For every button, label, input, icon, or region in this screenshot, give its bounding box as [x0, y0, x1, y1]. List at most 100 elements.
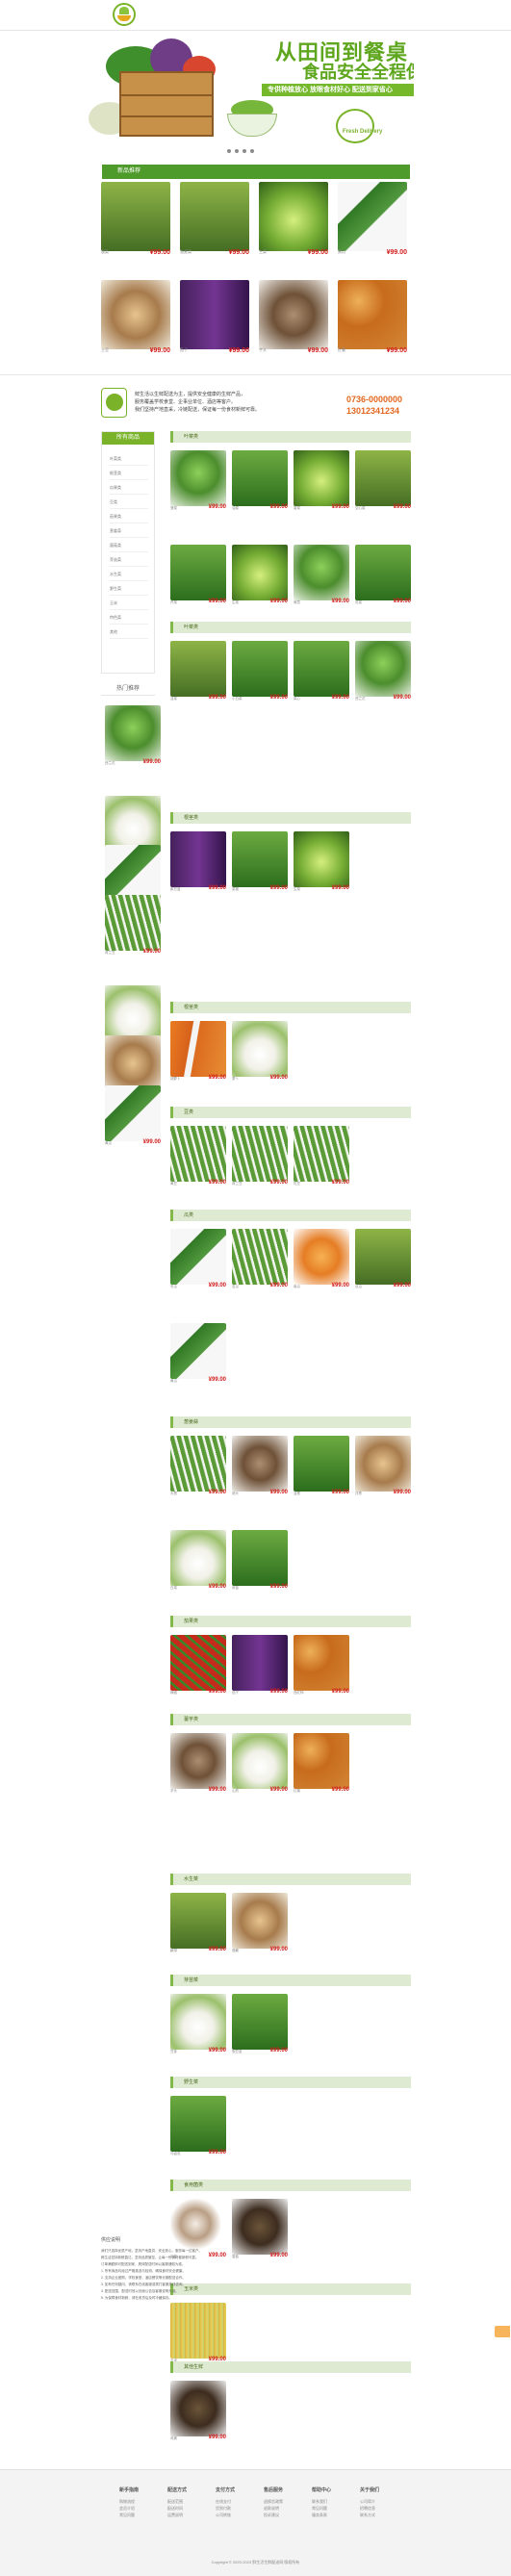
category-product-card[interactable]: 山药 ¥99.00	[232, 1733, 288, 1798]
product-image[interactable]	[294, 1733, 349, 1789]
product-image[interactable]	[294, 1126, 349, 1182]
product-image[interactable]	[170, 1021, 226, 1077]
product-card[interactable]: 菠菜 ¥99.00	[101, 182, 170, 257]
category-product-card[interactable]: 鸡蛋 ¥99.00	[170, 2381, 226, 2446]
category-product-card[interactable]: 蒜头 ¥99.00	[232, 1436, 288, 1501]
sidebar-item[interactable]: 根茎类	[110, 466, 148, 480]
category-product-card[interactable]: 豇豆 ¥99.00	[294, 1126, 349, 1191]
product-image[interactable]	[355, 450, 411, 506]
product-image[interactable]	[170, 1229, 226, 1285]
category-product-card[interactable]: 小白菜 ¥99.00	[232, 641, 288, 706]
product-card[interactable]: 油麦菜 ¥99.00	[180, 182, 249, 257]
category-product-card[interactable]: 生菜 ¥99.00	[232, 545, 288, 610]
category-product-card[interactable]: 生菜 ¥99.00	[294, 831, 349, 897]
product-image[interactable]	[170, 1323, 226, 1379]
product-image[interactable]	[170, 2096, 226, 2152]
product-image[interactable]	[259, 182, 328, 251]
product-card[interactable]: 芋头 ¥99.00	[259, 280, 328, 355]
category-product-card[interactable]: 丝瓜 ¥99.00	[355, 1229, 411, 1294]
product-image[interactable]	[170, 1530, 226, 1586]
product-image[interactable]	[105, 705, 161, 761]
product-image[interactable]	[294, 1229, 349, 1285]
product-image[interactable]	[294, 831, 349, 887]
product-image[interactable]	[170, 450, 226, 506]
sidebar-item[interactable]: 葱姜蒜	[110, 523, 148, 538]
product-image[interactable]	[101, 182, 170, 251]
sidebar-item[interactable]: 芽苗菜	[110, 552, 148, 567]
category-product-card[interactable]: 玉米 ¥99.00	[170, 2303, 226, 2368]
product-image[interactable]	[294, 450, 349, 506]
category-product-card[interactable]: 萝卜 ¥99.00	[232, 1021, 288, 1086]
sidebar-item[interactable]: 叶菜类	[110, 451, 148, 466]
category-product-card[interactable]: 藕带 ¥99.00	[170, 1893, 226, 1958]
product-image[interactable]	[338, 182, 407, 251]
category-product-card[interactable]: 蒜苗 ¥99.00	[232, 1530, 288, 1595]
category-product-card[interactable]: 芋头 ¥99.00	[170, 1733, 226, 1798]
sidebar-item[interactable]: 野生菜	[110, 581, 148, 596]
sidebar-item[interactable]: 特色菜	[110, 610, 148, 625]
product-image[interactable]	[232, 450, 288, 506]
carousel-dot[interactable]	[235, 149, 239, 153]
product-image[interactable]	[232, 1229, 288, 1285]
category-product-card[interactable]: 黄豆 ¥99.00	[170, 1126, 226, 1191]
product-image[interactable]	[170, 1994, 226, 2050]
sidebar-item[interactable]: 菌菇类	[110, 538, 148, 552]
category-product-card[interactable]: 荷兰豆 ¥99.00	[232, 1126, 288, 1191]
category-product-card[interactable]: 芹菜 ¥99.00	[170, 545, 226, 610]
category-product-card[interactable]: 茼蒿 ¥99.00	[294, 545, 349, 610]
carousel-dot[interactable]	[250, 149, 254, 153]
product-image[interactable]	[232, 1530, 288, 1586]
product-card[interactable]: 茄子 ¥99.00	[180, 280, 249, 355]
sidebar-item[interactable]: 玉米	[110, 596, 148, 610]
category-product-card[interactable]: 冬瓜 ¥99.00	[170, 1229, 226, 1294]
category-product-card[interactable]: 菜心 ¥99.00	[294, 641, 349, 706]
product-image[interactable]	[105, 1035, 161, 1091]
sidebar-item[interactable]: 瓜果类	[110, 480, 148, 495]
category-product-card[interactable]: 黄瓜 ¥99.00	[170, 1323, 226, 1389]
product-image[interactable]	[355, 641, 411, 697]
category-product-card[interactable]: 南瓜 ¥99.00	[294, 1229, 349, 1294]
product-image[interactable]	[170, 2303, 226, 2359]
product-image[interactable]	[101, 280, 170, 349]
category-product-card[interactable]: 西兰花 ¥99.00	[355, 641, 411, 706]
side-contact-tab[interactable]	[495, 2326, 510, 2337]
product-image[interactable]	[232, 1893, 288, 1949]
product-image[interactable]	[232, 1436, 288, 1492]
product-image[interactable]	[105, 845, 161, 901]
category-product-card[interactable]: 白菜 ¥99.00	[170, 1530, 226, 1595]
category-product-card[interactable]: 茄子 ¥99.00	[232, 1635, 288, 1700]
category-product-card[interactable]: 大葱 ¥99.00	[170, 1436, 226, 1501]
category-product-card[interactable]: 马齿苋 ¥99.00	[170, 2096, 226, 2161]
product-card[interactable]: 黄瓜 ¥99.00	[338, 182, 407, 257]
hot-product-card[interactable]: 黄瓜 ¥99.00	[105, 1085, 161, 1151]
product-image[interactable]	[294, 1436, 349, 1492]
product-image[interactable]	[294, 641, 349, 697]
product-image[interactable]	[355, 1436, 411, 1492]
category-product-card[interactable]: 洋葱 ¥99.00	[355, 1436, 411, 1501]
product-image[interactable]	[170, 1436, 226, 1492]
product-image[interactable]	[170, 1635, 226, 1691]
product-image[interactable]	[170, 1733, 226, 1789]
product-image[interactable]	[232, 1733, 288, 1789]
product-image[interactable]	[232, 1126, 288, 1182]
product-card[interactable]: 土豆 ¥99.00	[101, 280, 170, 355]
product-image[interactable]	[294, 545, 349, 600]
category-product-card[interactable]: 豌豆苗 ¥99.00	[232, 1994, 288, 2059]
product-card[interactable]: 红薯 ¥99.00	[338, 280, 407, 355]
sidebar-item[interactable]: 茄果类	[110, 509, 148, 523]
category-product-card[interactable]: 辣椒 ¥99.00	[170, 1635, 226, 1700]
category-product-card[interactable]: 苋菜 ¥99.00	[355, 545, 411, 610]
product-image[interactable]	[355, 1229, 411, 1285]
carousel-dot[interactable]	[243, 149, 246, 153]
product-image[interactable]	[294, 1635, 349, 1691]
category-product-card[interactable]: 苦瓜 ¥99.00	[232, 1229, 288, 1294]
product-image[interactable]	[170, 2381, 226, 2436]
product-image[interactable]	[170, 1893, 226, 1949]
category-product-card[interactable]: 胡萝卜 ¥99.00	[170, 1021, 226, 1086]
product-image[interactable]	[232, 1635, 288, 1691]
product-image[interactable]	[232, 641, 288, 697]
logo-icon[interactable]	[113, 3, 136, 26]
category-product-card[interactable]: 韭菜 ¥99.00	[170, 641, 226, 706]
product-image[interactable]	[232, 545, 288, 600]
product-image[interactable]	[180, 280, 249, 349]
